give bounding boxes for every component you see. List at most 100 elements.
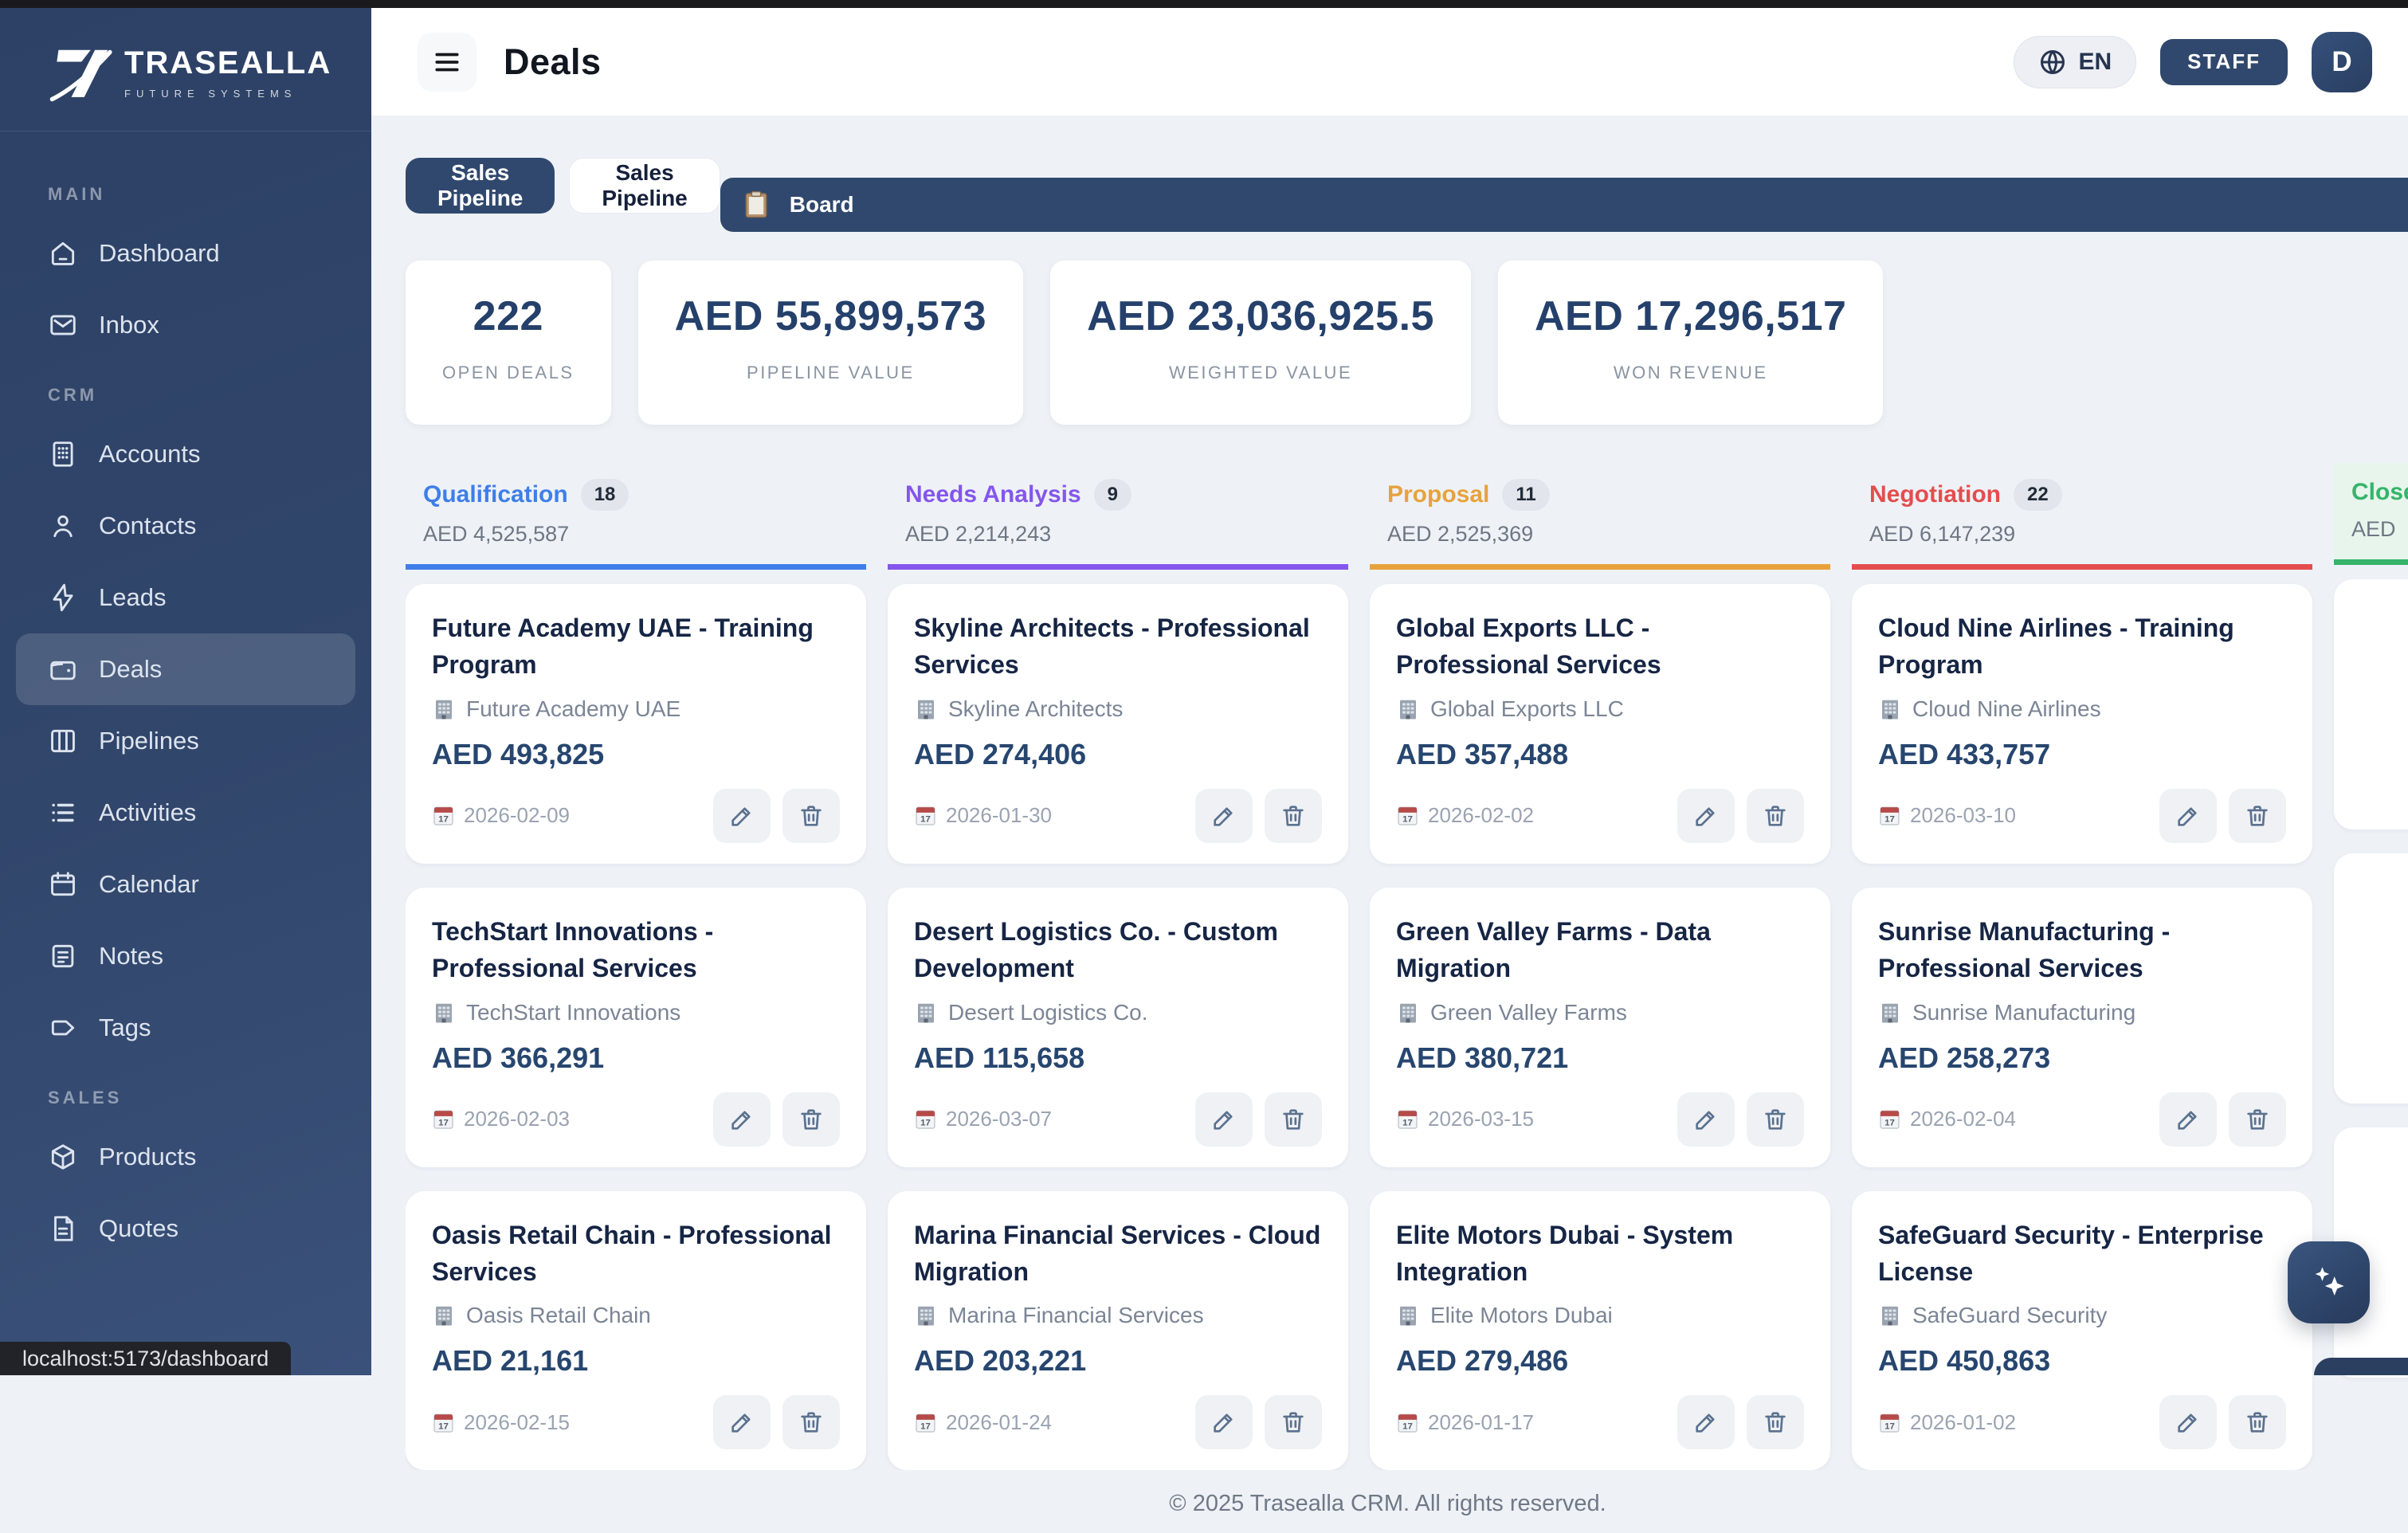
date-icon: 17 xyxy=(432,804,455,827)
svg-text:17: 17 xyxy=(438,1421,449,1431)
board-view-label: Board xyxy=(790,192,854,218)
deal-card[interactable]: Elite Motors Dubai - System IntegrationE… xyxy=(1370,1191,1830,1471)
edit-deal-button[interactable] xyxy=(2159,1395,2217,1449)
delete-deal-button[interactable] xyxy=(1747,1395,1804,1449)
edit-deal-button[interactable] xyxy=(713,1092,771,1147)
pipeline-tab[interactable]: Sales Pipeline xyxy=(569,158,720,214)
edit-deal-button[interactable] xyxy=(713,789,771,843)
deal-close-date: 172026-02-03 xyxy=(432,1107,570,1131)
deal-company: Elite Motors Dubai xyxy=(1396,1303,1804,1328)
browser-status-bar: localhost:5173/dashboard xyxy=(0,1342,291,1375)
edit-deal-button[interactable] xyxy=(713,1395,771,1449)
delete-deal-button[interactable] xyxy=(2229,1092,2286,1147)
sidebar-item-dashboard[interactable]: Dashboard xyxy=(16,218,355,289)
company-icon xyxy=(914,1304,938,1327)
deal-card[interactable] xyxy=(2334,579,2408,829)
delete-deal-button[interactable] xyxy=(782,789,840,843)
deal-company-name: Elite Motors Dubai xyxy=(1430,1303,1613,1328)
deal-close-date: 172026-01-24 xyxy=(914,1410,1052,1435)
deal-card[interactable]: SafeGuard Security - Enterprise LicenseS… xyxy=(1852,1191,2312,1471)
edit-deal-button[interactable] xyxy=(1195,789,1253,843)
delete-deal-button[interactable] xyxy=(2229,789,2286,843)
edit-deal-button[interactable] xyxy=(1195,1092,1253,1147)
sidebar-item-accounts[interactable]: Accounts xyxy=(16,418,355,490)
deal-close-date: 172026-01-30 xyxy=(914,803,1052,828)
deal-card[interactable]: Desert Logistics Co. - Custom Developmen… xyxy=(888,888,1348,1167)
sidebar-nav: MAIN DashboardInbox CRM AccountsContactsLea… xyxy=(0,131,371,1264)
deal-date-text: 2026-01-17 xyxy=(1428,1410,1534,1435)
date-icon: 17 xyxy=(914,804,937,827)
deal-title: Green Valley Farms - Data Migration xyxy=(1396,913,1804,987)
deal-card[interactable]: Marina Financial Services - Cloud Migrat… xyxy=(888,1191,1348,1471)
column-total: AED 2,214,243 xyxy=(905,522,1331,547)
sidebar-section-label: MAIN xyxy=(48,184,355,205)
sidebar-item-deals[interactable]: Deals xyxy=(16,633,355,705)
sidebar-item-inbox[interactable]: Inbox xyxy=(16,289,355,361)
menu-toggle-button[interactable] xyxy=(418,33,477,92)
deal-close-date: 17 2026-02-09 xyxy=(432,803,570,828)
sidebar-item-products[interactable]: Products xyxy=(16,1121,355,1193)
delete-deal-button[interactable] xyxy=(1265,1092,1322,1147)
pipeline-tab-active[interactable]: Sales Pipeline xyxy=(406,158,555,214)
sidebar-item-tags[interactable]: Tags xyxy=(16,992,355,1064)
board-view-button[interactable]: Board xyxy=(720,178,2408,232)
edit-deal-button[interactable] xyxy=(1677,1395,1735,1449)
sidebar-item-quotes[interactable]: Quotes xyxy=(16,1193,355,1264)
delete-deal-button[interactable] xyxy=(782,1092,840,1147)
deal-card[interactable]: Global Exports LLC - Professional Servic… xyxy=(1370,584,1830,864)
edit-deal-button[interactable] xyxy=(1677,789,1735,843)
deal-company: Skyline Architects xyxy=(914,696,1322,722)
deal-card[interactable]: Cloud Nine Airlines - Training ProgramCl… xyxy=(1852,584,2312,864)
edit-deal-button[interactable] xyxy=(1677,1092,1735,1147)
company-icon xyxy=(914,1001,938,1025)
sparkles-icon xyxy=(2308,1261,2351,1304)
deal-company-name: Cloud Nine Airlines xyxy=(1912,696,2101,722)
sidebar-section-label: CRM xyxy=(48,385,355,406)
delete-deal-button[interactable] xyxy=(1265,789,1322,843)
delete-deal-button[interactable] xyxy=(1747,1092,1804,1147)
language-switcher[interactable]: EN xyxy=(2014,36,2136,88)
column-name: Closed Won xyxy=(2351,479,2408,506)
deal-card[interactable]: TechStart Innovations - Professional Ser… xyxy=(406,888,866,1167)
edit-deal-button[interactable] xyxy=(1195,1395,1253,1449)
user-avatar[interactable]: D xyxy=(2312,32,2372,92)
deal-company: SafeGuard Security xyxy=(1878,1303,2286,1328)
deal-card[interactable] xyxy=(2334,853,2408,1104)
sidebar-item-calendar[interactable]: Calendar xyxy=(16,849,355,920)
stat-value: AED 17,296,517 xyxy=(1535,292,1847,340)
deal-date-text: 2026-01-24 xyxy=(946,1410,1052,1435)
window-top-edge xyxy=(0,0,2408,8)
sidebar-item-contacts[interactable]: Contacts xyxy=(16,490,355,562)
sidebar-item-leads[interactable]: Leads xyxy=(16,562,355,633)
deal-card[interactable]: Sunrise Manufacturing - Professional Ser… xyxy=(1852,888,2312,1167)
deal-company: Future Academy UAE xyxy=(432,696,840,722)
column-name: Negotiation xyxy=(1869,481,2001,508)
deal-close-date: 172026-03-07 xyxy=(914,1107,1052,1131)
delete-deal-button[interactable] xyxy=(782,1395,840,1449)
deal-close-date: 172026-03-10 xyxy=(1878,803,2016,828)
sidebar-item-label: Quotes xyxy=(99,1214,178,1243)
stats-row: 222OPEN DEALSAED 55,899,573PIPELINE VALU… xyxy=(406,261,2370,425)
delete-deal-button[interactable] xyxy=(1747,789,1804,843)
deal-card[interactable]: Oasis Retail Chain - Professional Servic… xyxy=(406,1191,866,1471)
edit-deal-button[interactable] xyxy=(2159,1092,2217,1147)
deal-close-date: 172026-02-04 xyxy=(1878,1107,2016,1131)
deal-amount: AED 21,161 xyxy=(432,1344,840,1378)
edit-deal-button[interactable] xyxy=(2159,789,2217,843)
delete-deal-button[interactable] xyxy=(1265,1395,1322,1449)
delete-deal-button[interactable] xyxy=(2229,1395,2286,1449)
sidebar-item-pipelines[interactable]: Pipelines xyxy=(16,705,355,777)
deal-card[interactable]: Skyline Architects - Professional Servic… xyxy=(888,584,1348,864)
deal-title: Oasis Retail Chain - Professional Servic… xyxy=(432,1217,840,1291)
deal-date-text: 2026-02-09 xyxy=(464,803,570,828)
sidebar-item-notes[interactable]: Notes xyxy=(16,920,355,992)
deal-title: Marina Financial Services - Cloud Migrat… xyxy=(914,1217,1322,1291)
deal-amount: AED 279,486 xyxy=(1396,1344,1804,1378)
calendar-icon xyxy=(48,869,78,900)
sidebar-item-label: Products xyxy=(99,1143,196,1171)
ai-assistant-fab[interactable] xyxy=(2288,1241,2370,1323)
deal-card[interactable]: Green Valley Farms - Data MigrationGreen… xyxy=(1370,888,1830,1167)
sidebar-item-activities[interactable]: Activities xyxy=(16,777,355,849)
deal-card[interactable]: Future Academy UAE - Training ProgramFut… xyxy=(406,584,866,864)
trash-icon xyxy=(2244,802,2271,829)
